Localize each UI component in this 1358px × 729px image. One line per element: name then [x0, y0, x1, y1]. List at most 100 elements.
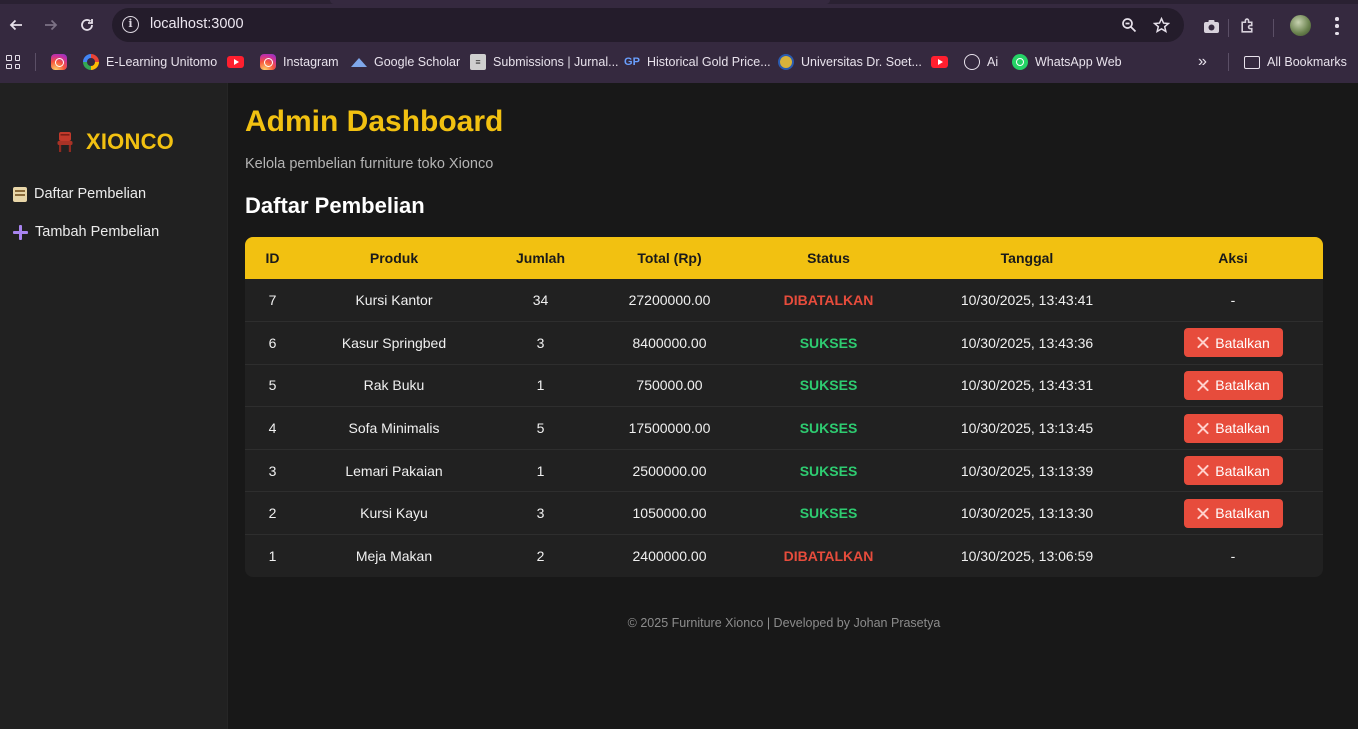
bookmark-star-icon[interactable]: [1149, 13, 1173, 37]
close-icon: [1196, 379, 1209, 392]
jurnal-icon: ≡: [470, 54, 486, 70]
sidebar-item-tambah-pembelian[interactable]: Tambah Pembelian: [13, 224, 159, 240]
browser-menu-icon[interactable]: [1330, 15, 1344, 37]
page-subtitle: Kelola pembelian furniture toko Xionco: [245, 156, 494, 172]
youtube-icon: [931, 56, 948, 68]
cell-jumlah: 5: [536, 420, 545, 437]
table-row: 7 Kursi Kantor 34 27200000.00 DIBATALKAN…: [245, 279, 1323, 322]
profile-avatar[interactable]: [1290, 15, 1311, 36]
status-badge: DIBATALKAN: [783, 292, 874, 309]
all-bookmarks-label: All Bookmarks: [1267, 55, 1347, 69]
bookmarks-divider: [35, 53, 36, 71]
bookmarks-divider: [1228, 53, 1229, 71]
batalkan-button[interactable]: Batalkan: [1183, 328, 1283, 358]
bookmark-universitas[interactable]: Universitas Dr. Soet...: [778, 51, 922, 73]
cell-tanggal: 10/30/2025, 13:13:30: [960, 505, 1094, 522]
batalkan-button[interactable]: Batalkan: [1183, 413, 1283, 443]
status-badge: SUKSES: [799, 420, 858, 437]
column-header-id: ID: [265, 250, 280, 266]
table-header-row: ID Produk Jumlah Total (Rp) Status Tangg…: [245, 237, 1323, 279]
cell-jumlah: 1: [536, 462, 545, 479]
table-row: 1 Meja Makan 2 2400000.00 DIBATALKAN 10/…: [245, 534, 1323, 578]
batalkan-label: Batalkan: [1215, 420, 1270, 437]
cell-total: 8400000.00: [632, 334, 707, 351]
cell-total: 17500000.00: [628, 420, 711, 437]
zoom-icon[interactable]: [1117, 13, 1141, 37]
back-icon[interactable]: [1, 10, 31, 40]
bookmark-label: E-Learning Unitomo: [106, 55, 218, 69]
status-badge: SUKSES: [799, 505, 858, 522]
cell-id: 2: [268, 505, 277, 522]
plus-icon: [13, 224, 28, 240]
google-icon: [83, 54, 99, 70]
batalkan-button[interactable]: Batalkan: [1183, 456, 1283, 486]
bookmarks-overflow-button[interactable]: »: [1198, 51, 1207, 73]
university-icon: [778, 54, 794, 70]
address-bar[interactable]: i localhost:3000: [112, 8, 1184, 42]
cell-produk: Lemari Pakaian: [345, 462, 443, 479]
gp-icon: GP: [624, 56, 640, 68]
batalkan-button[interactable]: Batalkan: [1183, 498, 1283, 528]
cell-aksi: Batalkan: [1143, 449, 1323, 492]
whatsapp-icon: [1012, 54, 1028, 70]
bookmark-elearning[interactable]: E-Learning Unitomo: [83, 51, 217, 73]
forward-icon[interactable]: [36, 10, 66, 40]
sidebar-item-daftar-pembelian[interactable]: Daftar Pembelian: [13, 186, 146, 202]
bookmark-label: WhatsApp Web: [1035, 55, 1122, 69]
apps-grid-icon[interactable]: [6, 55, 20, 69]
status-badge: SUKSES: [799, 377, 858, 394]
bookmark-youtube-2[interactable]: [931, 51, 955, 73]
batalkan-label: Batalkan: [1215, 334, 1270, 351]
bookmark-label: Ai: [987, 55, 999, 69]
bookmark-instagram-shortcut[interactable]: [51, 51, 74, 73]
bookmark-jurnal[interactable]: ≡ Submissions | Jurnal...: [470, 51, 619, 73]
column-header-aksi: Aksi: [1218, 250, 1248, 266]
bookmark-ai[interactable]: Ai: [964, 51, 998, 73]
cell-id: 7: [268, 292, 277, 309]
table-row: 3 Lemari Pakaian 1 2500000.00 SUKSES 10/…: [245, 449, 1323, 492]
cell-jumlah: 1: [536, 377, 545, 394]
cell-produk: Meja Makan: [355, 548, 433, 565]
folder-icon: [1244, 55, 1260, 69]
cell-aksi-empty: -: [1230, 548, 1236, 565]
column-header-total: Total (Rp): [637, 250, 702, 266]
cell-produk: Kursi Kayu: [360, 505, 428, 522]
all-bookmarks-button[interactable]: All Bookmarks: [1244, 51, 1347, 73]
brand[interactable]: XIONCO: [56, 129, 174, 155]
reload-icon[interactable]: [72, 10, 102, 40]
extensions-icon[interactable]: [1235, 14, 1259, 38]
cell-total: 2500000.00: [632, 462, 707, 479]
bookmark-instagram[interactable]: Instagram: [260, 51, 339, 73]
close-icon: [1196, 464, 1209, 477]
bookmark-whatsapp[interactable]: WhatsApp Web: [1012, 51, 1122, 73]
cell-jumlah: 2: [536, 548, 545, 565]
cell-tanggal: 10/30/2025, 13:13:45: [960, 420, 1094, 437]
table-row: 2 Kursi Kayu 3 1050000.00 SUKSES 10/30/2…: [245, 491, 1323, 535]
chair-icon: [56, 131, 74, 153]
table-body: 7 Kursi Kantor 34 27200000.00 DIBATALKAN…: [245, 279, 1323, 577]
batalkan-label: Batalkan: [1215, 377, 1270, 394]
cell-aksi-empty: -: [1230, 292, 1236, 309]
url-text[interactable]: localhost:3000: [150, 16, 244, 32]
bookmarks-bar: E-Learning Unitomo Instagram Google Scho…: [0, 48, 1358, 76]
table-row: 5 Rak Buku 1 750000.00 SUKSES 10/30/2025…: [245, 364, 1323, 407]
cell-aksi: Batalkan: [1143, 407, 1323, 450]
table-row: 6 Kasur Springbed 3 8400000.00 SUKSES 10…: [245, 321, 1323, 365]
bookmark-youtube[interactable]: [227, 51, 251, 73]
bookmark-gold-price[interactable]: GP Historical Gold Price...: [624, 51, 771, 73]
bookmark-google-scholar[interactable]: Google Scholar: [351, 51, 460, 73]
purchases-table: ID Produk Jumlah Total (Rp) Status Tangg…: [245, 237, 1323, 578]
bookmark-label: Submissions | Jurnal...: [493, 55, 619, 69]
camera-icon[interactable]: [1199, 14, 1223, 38]
site-info-icon[interactable]: i: [122, 16, 139, 33]
active-tab[interactable]: [330, 0, 830, 4]
section-title: Daftar Pembelian: [245, 193, 425, 218]
cell-produk: Rak Buku: [363, 377, 425, 394]
cell-produk: Kursi Kantor: [355, 292, 433, 309]
toolbar-divider: [1273, 19, 1274, 37]
cell-tanggal: 10/30/2025, 13:43:31: [960, 377, 1094, 394]
column-header-status: Status: [807, 250, 850, 266]
bookmark-label: Universitas Dr. Soet...: [801, 55, 922, 69]
batalkan-button[interactable]: Batalkan: [1183, 370, 1283, 400]
status-badge: SUKSES: [799, 462, 858, 479]
